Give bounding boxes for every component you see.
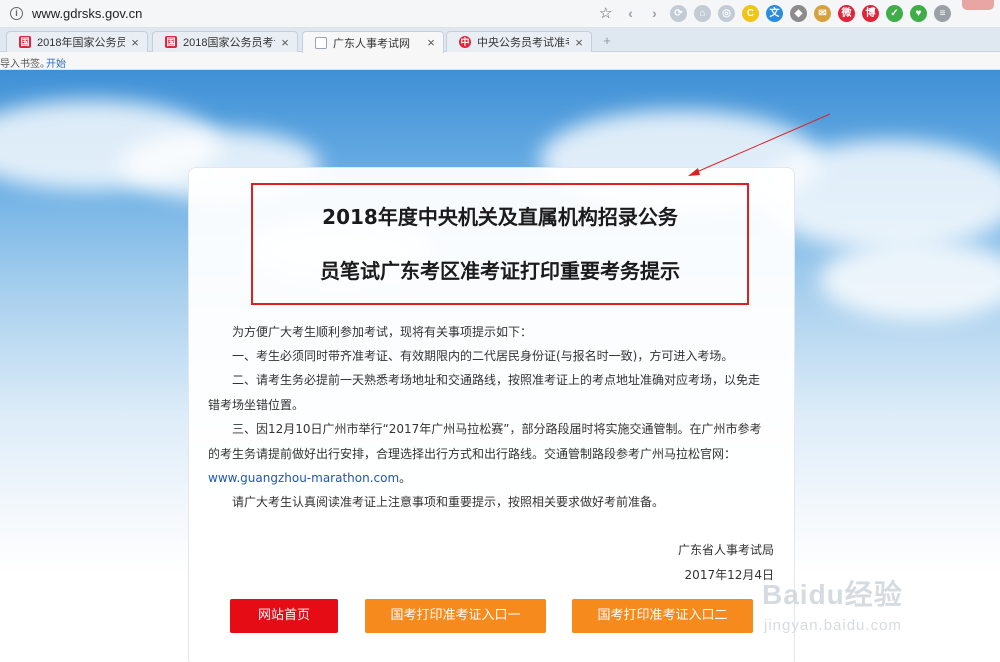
close-tab-icon[interactable]: ×: [573, 35, 585, 50]
back-icon[interactable]: ‹: [622, 5, 639, 22]
wechat-icon[interactable]: ✓: [886, 5, 903, 22]
menu-icon[interactable]: ≡: [934, 5, 951, 22]
watermark-url: jingyan.baidu.com: [764, 617, 902, 634]
home-button[interactable]: 网站首页: [230, 599, 338, 633]
browser-toolbar: ‹ › ⟳ ⌂ ◎ C 文 ◆ ✉ 微 博 ✓ ♥ ≡: [622, 5, 951, 23]
weibo-icon[interactable]: 微: [838, 5, 855, 22]
notice-intro: 为方便广大考生顺利参加考试，现将有关事项提示如下：: [232, 325, 533, 339]
home-icon[interactable]: ⌂: [694, 5, 711, 22]
notice-signature: 广东省人事考试局: [677, 543, 774, 557]
notice-title: 员笔试广东考区准考证打印重要考务提示: [320, 259, 680, 283]
new-tab-button[interactable]: +: [598, 34, 616, 48]
forward-icon[interactable]: ›: [646, 5, 663, 22]
close-tab-icon[interactable]: ×: [425, 35, 437, 50]
weibo-alt-icon[interactable]: 博: [862, 5, 879, 22]
tab-label: 中央公务员考试准考证: [477, 37, 569, 49]
notice-title: 2018年度中央机关及直属机构招录公务: [322, 205, 678, 229]
watermark-logo: Baidu经验: [762, 579, 903, 610]
notice-date: 2017年12月4日: [684, 568, 774, 582]
bookmark-star-icon[interactable]: ☆: [599, 4, 612, 22]
tab-label: 2018年国家公务员考试: [37, 37, 125, 49]
bookmarks-start-link[interactable]: 开始: [46, 55, 66, 70]
tab-2[interactable]: 国 2018国家公务员考试准 ×: [152, 31, 298, 52]
tab-4[interactable]: 中 中央公务员考试准考证 ×: [446, 31, 592, 52]
marathon-link[interactable]: www.guangzhou-marathon.com: [208, 471, 399, 485]
notice-title-highlight: 2018年度中央机关及直属机构招录公务 员笔试广东考区准考证打印重要考务提示: [251, 183, 749, 305]
speed-dial-icon[interactable]: ◎: [718, 5, 735, 22]
shield-icon[interactable]: ◆: [790, 5, 807, 22]
notice-item-2-cont: 错考场坐错位置。: [208, 398, 305, 412]
page-icon: [315, 36, 327, 49]
address-bar: i www.gdrsks.gov.cn ☆ ‹ › ⟳ ⌂ ◎ C 文 ◆ ✉ …: [0, 0, 1000, 28]
security-icon[interactable]: ♥: [910, 5, 927, 22]
coin-icon[interactable]: C: [742, 5, 759, 22]
notice-item-1: 一、考生必须同时带齐准考证、有效期限内的二代居民身份证(与报名时一致)，方可进入…: [232, 349, 734, 363]
notice-item-3-link-line: www.guangzhou-marathon.com。: [208, 469, 774, 486]
print-entry-1-button[interactable]: 国考打印准考证入口一: [365, 599, 546, 633]
bookmarks-bar: 导入书签。 开始: [0, 52, 1000, 70]
cloud: [820, 240, 1000, 320]
url-field[interactable]: www.gdrsks.gov.cn: [32, 6, 142, 21]
translate-icon[interactable]: 文: [766, 5, 783, 22]
info-icon[interactable]: i: [10, 7, 23, 20]
notice-closing: 请广大考生认真阅读准考证上注意事项和重要提示，按照相关要求做好考前准备。: [232, 495, 665, 509]
tab-1[interactable]: 国 2018年国家公务员考试 ×: [6, 31, 148, 52]
bookmarks-import-text: 导入书签。: [0, 59, 50, 70]
tab-label: 广东人事考试网: [333, 37, 410, 50]
tab-3-active[interactable]: 广东人事考试网 ×: [302, 31, 444, 53]
favicon-icon: 国: [165, 36, 177, 48]
notice-item-3-cont: 的考生务请提前做好出行安排，合理选择出行方式和出行路线。交通管制路段参考广州马拉…: [208, 447, 737, 461]
favicon-icon: 国: [19, 36, 31, 48]
notice-item-3: 三、因12月10日广州市举行“2017年广州马拉松赛”，部分路段届时将实施交通管…: [232, 422, 762, 436]
close-tab-icon[interactable]: ×: [129, 35, 141, 50]
close-window-icon[interactable]: [962, 0, 994, 10]
tab-label: 2018国家公务员考试准: [183, 37, 275, 49]
print-entry-2-button[interactable]: 国考打印准考证入口二: [572, 599, 753, 633]
refresh-icon[interactable]: ⟳: [670, 5, 687, 22]
tab-strip: 国 2018年国家公务员考试 × 国 2018国家公务员考试准 × 广东人事考试…: [0, 28, 1000, 53]
annotation-arrow: [688, 113, 831, 176]
page-viewport: 2018年度中央机关及直属机构招录公务 员笔试广东考区准考证打印重要考务提示 为…: [0, 70, 1000, 662]
notice-item-2: 二、请考生务必提前一天熟悉考场地址和交通路线，按照准考证上的考点地址准确对应考场…: [232, 373, 761, 387]
close-tab-icon[interactable]: ×: [279, 35, 291, 50]
mail-icon[interactable]: ✉: [814, 5, 831, 22]
favicon-icon: 中: [459, 36, 471, 48]
baidu-jingyan-watermark: Baidu经验 jingyan.baidu.com: [762, 565, 947, 655]
sentence-end: 。: [399, 471, 412, 485]
